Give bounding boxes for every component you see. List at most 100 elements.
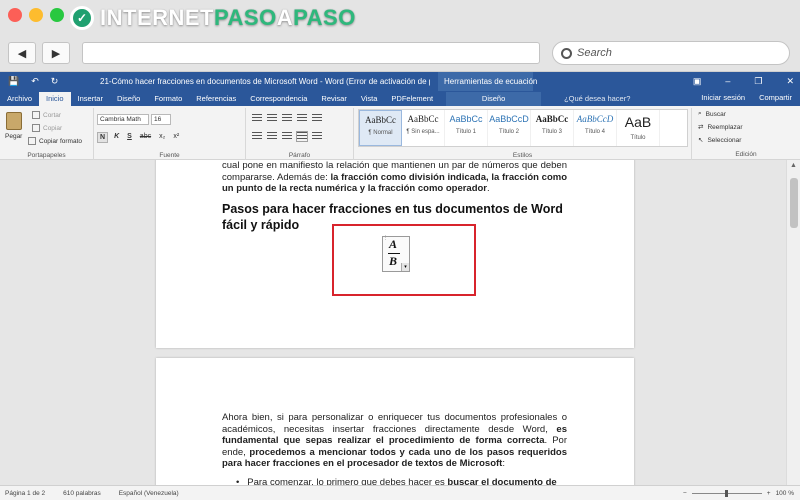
font-size-select[interactable]: 16 (151, 114, 171, 125)
page-count[interactable]: Página 1 de 2 (5, 490, 45, 497)
copy-button[interactable]: Copiar (32, 124, 62, 132)
style-no-spacing[interactable]: AaBbCc ¶ Sin espa... (402, 110, 445, 146)
restore-icon[interactable]: ❐ (754, 72, 762, 91)
scroll-up-icon[interactable]: ▲ (790, 162, 797, 169)
search-field[interactable]: Search (552, 41, 790, 65)
ribbon-tabs: Archivo Inicio Insertar Diseño Formato R… (0, 91, 800, 106)
paintbrush-icon (28, 137, 36, 145)
paste-icon[interactable] (6, 112, 22, 130)
share-button[interactable]: Compartir (759, 91, 792, 105)
font-format-row: N K S abc x₂ x² (97, 132, 181, 143)
zoom-control: − + 100 % (683, 486, 794, 500)
tab-revisar[interactable]: Revisar (314, 92, 353, 106)
select-button[interactable]: ↖ Seleccionar (698, 136, 741, 145)
cut-button[interactable]: Cortar (32, 111, 61, 119)
style-title[interactable]: AaB Título (617, 110, 660, 146)
tab-archivo[interactable]: Archivo (0, 92, 39, 106)
underline-button[interactable]: S (125, 132, 134, 143)
tab-correspondencia[interactable]: Correspondencia (243, 92, 314, 106)
zoom-slider[interactable] (691, 490, 762, 497)
close-icon[interactable]: ✕ (786, 72, 794, 91)
site-logo[interactable]: ✓ INTERNETPASOAPASO (70, 5, 356, 31)
tab-insertar[interactable]: Insertar (71, 92, 110, 106)
bold-button[interactable]: N (97, 132, 109, 143)
style-heading-3[interactable]: AaBbCc Título 3 (531, 110, 574, 146)
replace-button[interactable]: ⇄ Reemplazar (698, 123, 743, 132)
scissors-icon (32, 111, 40, 119)
quick-access-toolbar: 💾 ↶ ↻ (0, 76, 100, 87)
multilevel-list-icon[interactable] (282, 114, 292, 123)
equation-handle-icon[interactable]: ⋮ (383, 236, 388, 245)
fraction-denominator[interactable]: B (389, 254, 397, 269)
document-page-1[interactable]: cual pone en manifiesto la relación que … (156, 160, 634, 348)
italic-button[interactable]: K (112, 132, 121, 143)
tell-me-box[interactable]: ¿Qué desea hacer? (557, 92, 637, 106)
style-heading-1[interactable]: AaBbCc Título 1 (445, 110, 488, 146)
ribbon: Pegar Cortar Copiar Copiar formato Porta… (0, 106, 800, 160)
font-name-select[interactable]: Cambria Math (97, 114, 149, 125)
zoom-level[interactable]: 100 % (776, 490, 794, 497)
editing-group-label: Edición (735, 151, 757, 158)
zoom-window-button[interactable] (50, 8, 64, 22)
ribbon-options-icon[interactable]: ▣ (693, 72, 702, 91)
format-painter-button[interactable]: Copiar formato (28, 137, 82, 145)
justify-icon[interactable] (296, 131, 308, 142)
align-center-icon[interactable] (267, 132, 277, 141)
zoom-out-icon[interactable]: − (683, 490, 687, 497)
tab-pdfelement[interactable]: PDFelement (384, 92, 440, 106)
tab-diseno[interactable]: Diseño (110, 92, 147, 106)
tab-equation-design[interactable]: Diseño (446, 92, 542, 106)
back-button[interactable]: ◀ (8, 42, 36, 64)
minimize-icon[interactable]: – (725, 72, 730, 91)
paragraph-steps[interactable]: Ahora bien, si para personalizar o enriq… (222, 412, 567, 470)
align-right-icon[interactable] (282, 132, 292, 141)
styles-gallery: AaBbCc ¶ Normal AaBbCc ¶ Sin espa... AaBbC… (358, 109, 688, 147)
increase-indent-icon[interactable] (312, 114, 322, 123)
fraction-equation[interactable]: ⋮ A B ▾ (382, 236, 410, 272)
equation-options-icon[interactable]: ▾ (401, 263, 409, 271)
superscript-button[interactable]: x² (171, 132, 181, 143)
style-heading-4[interactable]: AaBbCcD Título 4 (574, 110, 617, 146)
copy-icon (32, 124, 40, 132)
fraction-numerator[interactable]: A (389, 237, 397, 252)
sign-in-link[interactable]: Iniciar sesión (701, 91, 745, 105)
align-left-icon[interactable] (252, 132, 262, 141)
strikethrough-button[interactable]: abc (138, 132, 153, 143)
find-button[interactable]: ⌕ Buscar (698, 110, 726, 118)
forward-arrow-icon: ▶ (51, 47, 61, 60)
bullets-icon[interactable] (252, 114, 262, 123)
subscript-button[interactable]: x₂ (157, 132, 167, 143)
tab-formato[interactable]: Formato (147, 92, 189, 106)
paste-button-label[interactable]: Pegar (5, 133, 22, 140)
vertical-scrollbar[interactable]: ▲ (786, 160, 800, 485)
decrease-indent-icon[interactable] (297, 114, 307, 123)
line-spacing-icon[interactable] (312, 132, 322, 141)
undo-icon[interactable]: ↶ (31, 76, 39, 87)
clipboard-group-label: Portapapeles (27, 152, 66, 159)
style-normal[interactable]: AaBbCc ¶ Normal (359, 110, 402, 146)
scroll-thumb[interactable] (790, 178, 798, 228)
list-item[interactable]: • Para comenzar, lo primero que debes ha… (236, 477, 557, 485)
save-icon[interactable]: 💾 (8, 76, 19, 87)
document-area[interactable]: cual pone en manifiesto la relación que … (0, 160, 800, 485)
font-group: Cambria Math 16 N K S abc x₂ x² Fuente (94, 108, 246, 160)
zoom-in-icon[interactable]: + (767, 490, 771, 497)
language-status[interactable]: Español (Venezuela) (119, 490, 179, 497)
paragraph-group: Párrafo (246, 108, 354, 160)
redo-icon[interactable]: ↻ (51, 76, 59, 87)
tab-referencias[interactable]: Referencias (189, 92, 243, 106)
address-bar[interactable] (82, 42, 540, 64)
numbering-icon[interactable] (267, 114, 277, 123)
select-icon: ↖ (698, 137, 704, 144)
document-page-2[interactable]: Ahora bien, si para personalizar o enriq… (156, 358, 634, 485)
close-window-button[interactable] (8, 8, 22, 22)
forward-button[interactable]: ▶ (42, 42, 70, 64)
tab-vista[interactable]: Vista (354, 92, 385, 106)
style-heading-2[interactable]: AaBbCcD Título 2 (488, 110, 531, 146)
tab-inicio[interactable]: Inicio (39, 92, 71, 106)
clipboard-group: Pegar Cortar Copiar Copiar formato Porta… (0, 108, 94, 160)
minimize-window-button[interactable] (29, 8, 43, 22)
paragraph-intro[interactable]: cual pone en manifiesto la relación que … (222, 160, 567, 195)
word-count[interactable]: 610 palabras (63, 490, 101, 497)
logo-check-icon: ✓ (70, 6, 94, 30)
